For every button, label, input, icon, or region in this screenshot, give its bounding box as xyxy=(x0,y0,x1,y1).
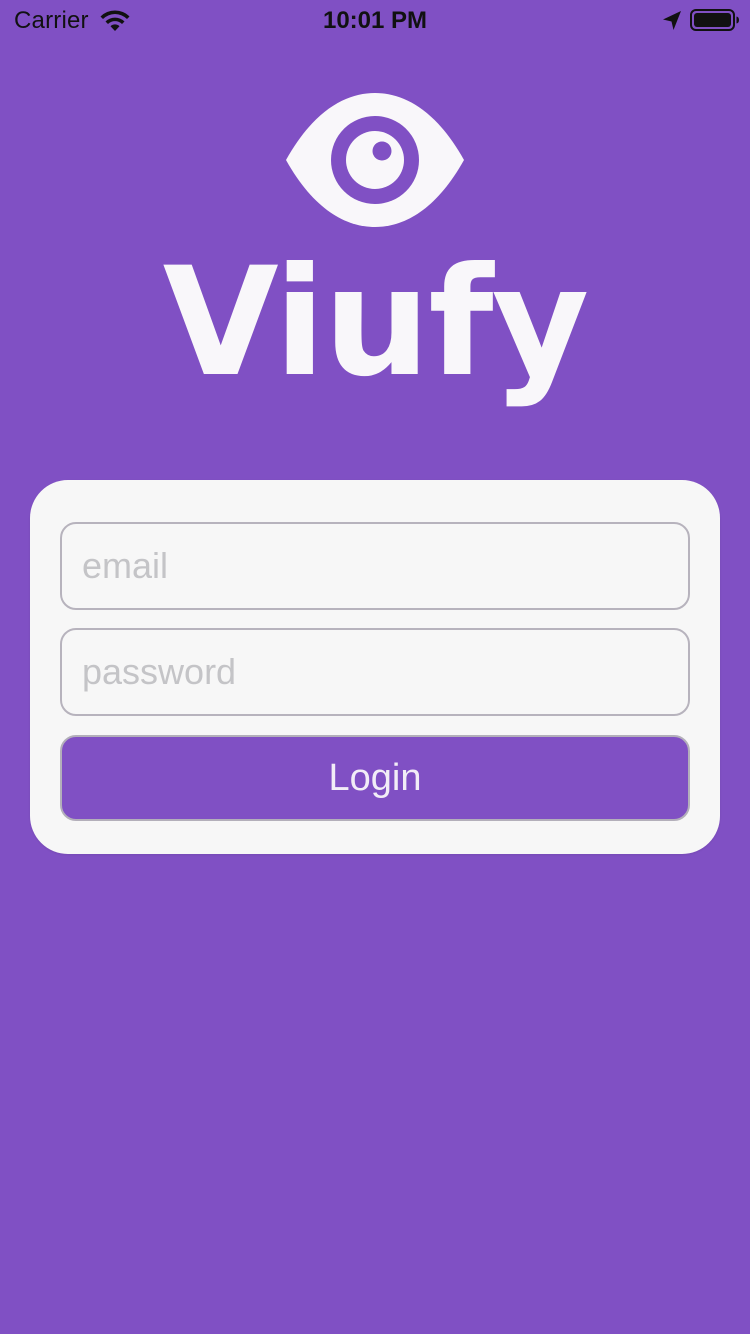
app-name: Viufy xyxy=(162,236,590,410)
email-input[interactable] xyxy=(62,524,688,608)
password-input[interactable] xyxy=(62,630,688,714)
status-bar: Carrier 10:01 PM xyxy=(0,0,750,40)
login-button[interactable]: Login xyxy=(60,735,690,821)
status-time: 10:01 PM xyxy=(322,7,428,34)
eye-icon xyxy=(286,93,464,227)
battery-icon xyxy=(690,9,739,31)
login-card: Login xyxy=(30,480,720,854)
location-arrow-icon xyxy=(663,11,681,30)
password-field-frame xyxy=(60,628,690,716)
email-field-frame xyxy=(60,522,690,610)
